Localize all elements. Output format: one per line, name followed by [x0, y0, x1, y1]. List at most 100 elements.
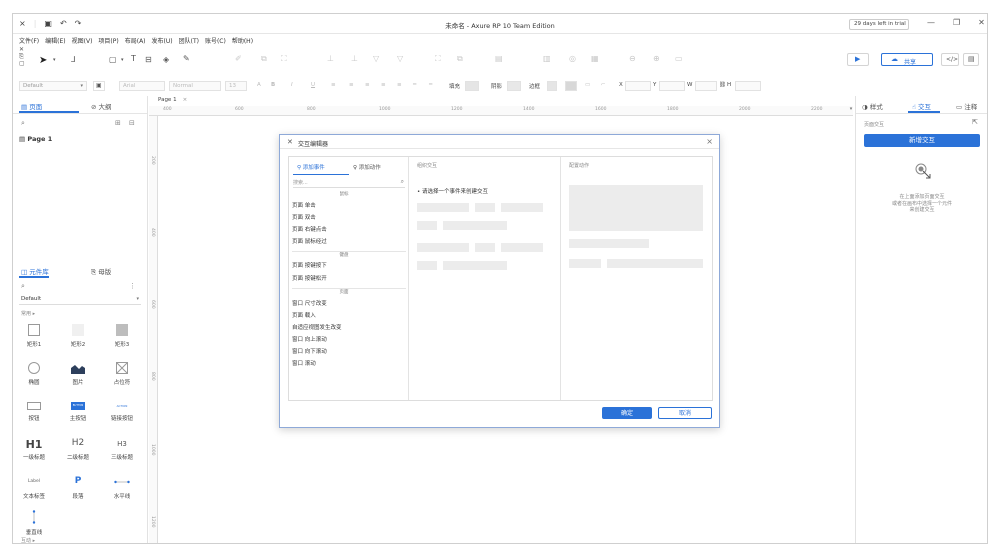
widget-primary-button[interactable]: BUTTON 主按钮 [57, 402, 99, 422]
menu-view[interactable]: 视图(V) [72, 36, 93, 45]
widget-rect2[interactable]: 矩形2 [57, 324, 99, 348]
fit-icon[interactable]: ▭ [675, 54, 683, 63]
chevron-down-icon[interactable]: ▾ [53, 57, 56, 63]
event-item[interactable]: 窗口 滚动 [292, 359, 316, 367]
lock-ratio-icon[interactable]: ⛓ [719, 82, 726, 88]
event-item[interactable]: 页面 单击 [292, 201, 316, 209]
new-interaction-button[interactable]: 新增交互 [864, 134, 980, 147]
event-item[interactable]: 页面 载入 [292, 311, 316, 319]
bold-icon[interactable]: B [271, 82, 275, 88]
maximize-icon[interactable]: ❐ [953, 18, 960, 27]
corner-icon[interactable]: ⌐ [601, 82, 606, 88]
y-input[interactable] [659, 81, 685, 91]
menu-team[interactable]: 团队(T) [179, 36, 199, 45]
pen-tool-icon[interactable]: ✎ [183, 54, 190, 63]
tab-outline[interactable]: ⊘ 大纲 [91, 101, 112, 111]
x-input[interactable] [625, 81, 651, 91]
event-item[interactable]: 窗口 尺寸改变 [292, 299, 327, 307]
tab-masters[interactable]: ⎘ 母版 [91, 266, 111, 277]
cancel-button[interactable]: 取消 [658, 407, 712, 419]
event-search-input[interactable]: 搜索... ⌕ [293, 178, 405, 188]
add-folder-icon[interactable]: ⊟ [129, 119, 135, 127]
close-icon[interactable]: × [706, 137, 713, 146]
widget-h1[interactable]: H1 一级标题 [13, 438, 55, 461]
widget-h3[interactable]: H3 三级标题 [101, 438, 143, 461]
chevron-down-icon[interactable]: ▾ [121, 57, 124, 63]
valign-bottom-icon[interactable]: ═ [429, 82, 432, 88]
font-color-icon[interactable]: A [257, 82, 261, 88]
code-button[interactable]: </> [941, 53, 959, 66]
distribute-icon[interactable]: ⊥ [351, 54, 358, 63]
page-tab[interactable]: Page 1 × [158, 97, 187, 103]
shape-tool-icon[interactable]: ◈ [163, 55, 169, 64]
widget-rect1[interactable]: 矩形1 [13, 324, 55, 348]
ok-button[interactable]: 确定 [602, 407, 652, 419]
event-item[interactable]: 窗口 向上滚动 [292, 335, 327, 343]
close-icon[interactable]: × [183, 97, 188, 103]
widget-placeholder[interactable]: 占位符 [101, 361, 143, 386]
chevron-down-icon[interactable]: ▾ [847, 106, 855, 116]
event-item[interactable]: 页面 按键按下 [292, 261, 327, 269]
add-page-icon[interactable]: ⊞ [115, 119, 121, 127]
event-item[interactable]: 页面 双击 [292, 213, 316, 221]
underline-icon[interactable]: U [311, 82, 315, 88]
menu-help[interactable]: 帮助(H) [232, 36, 253, 45]
widget-button[interactable]: 按钮 [13, 402, 55, 422]
style-manage-button[interactable]: ▣ [93, 81, 105, 91]
tab-notes[interactable]: ▭ 注释 [956, 101, 977, 111]
tab-add-action[interactable]: ♀ 添加动作 [353, 163, 381, 171]
tab-add-event[interactable]: ⚲ 添加事件 [297, 163, 325, 171]
search-icon[interactable]: ⌕ [21, 119, 25, 128]
group-icon[interactable]: ⛶ [435, 54, 441, 64]
clipboard-icons[interactable]: ✕ ⎘ ▢ [19, 46, 25, 67]
menu-file[interactable]: 文件(F) [19, 36, 39, 45]
border-style-icon[interactable]: ▭ [585, 82, 590, 88]
widget-rect3[interactable]: 矩形3 [101, 324, 143, 348]
menu-publish[interactable]: 发布(U) [152, 36, 173, 45]
external-link-icon[interactable]: ⇱ [972, 118, 978, 126]
connector-tool-icon[interactable]: ⅃ [71, 55, 75, 64]
valign-top-icon[interactable]: ═ [413, 82, 416, 88]
weight-select[interactable]: Normal [169, 81, 221, 91]
widget-vline[interactable]: 垂直线 [13, 510, 55, 536]
rectangle-tool-icon[interactable]: ▢ [109, 55, 117, 64]
frame-tool-icon[interactable]: ⊟ [145, 55, 152, 64]
minimize-icon[interactable]: — [927, 18, 935, 27]
align-right-icon[interactable]: ≡ [381, 82, 386, 88]
menu-account[interactable]: 账号(C) [205, 36, 226, 45]
close-icon[interactable]: ✕ [978, 18, 985, 27]
page-item[interactable]: ▤ Page 1 [19, 135, 52, 143]
crop-icon[interactable]: ⧉ [261, 54, 267, 64]
zoom-in-icon[interactable]: ⊕ [653, 54, 660, 63]
h-input[interactable] [735, 81, 761, 91]
ungroup-icon[interactable]: ⧉ [457, 54, 463, 64]
event-item[interactable]: 页面 鼠标经过 [292, 237, 327, 245]
text-tool-icon[interactable]: T [131, 54, 136, 63]
shadow-swatch[interactable] [507, 81, 521, 91]
widget-h2[interactable]: H2 二级标题 [57, 438, 99, 461]
font-select[interactable]: Arial [119, 81, 165, 91]
event-item[interactable]: 页面 按键松开 [292, 274, 327, 282]
tab-interaction[interactable]: ☝ 交互 [912, 101, 931, 111]
italic-icon[interactable]: I [291, 82, 293, 88]
strike-icon[interactable]: ≡ [331, 82, 336, 88]
event-item[interactable]: 自适应视图发生改变 [292, 323, 342, 331]
resize-icon[interactable]: ⛶ [281, 54, 287, 64]
event-item[interactable]: 页面 右键点击 [292, 225, 327, 233]
align-left-icon[interactable]: ≡ [349, 82, 354, 88]
widget-ellipse[interactable]: 椭圆 [13, 362, 55, 386]
tab-library[interactable]: ◫ 元件库 [21, 266, 49, 276]
widget-image[interactable]: 图片 [57, 362, 99, 386]
zoom-out-icon[interactable]: ⊖ [629, 54, 636, 63]
style-select[interactable]: Default ▾ [19, 81, 87, 91]
format-painter-icon[interactable]: ✐ [235, 54, 242, 63]
w-input[interactable] [695, 81, 717, 91]
align-icon[interactable]: ⊥ [327, 54, 334, 63]
border-color-swatch[interactable] [547, 81, 557, 91]
preview-button[interactable]: ▶ [847, 53, 869, 66]
menu-project[interactable]: 项目(P) [98, 36, 118, 45]
widget-paragraph[interactable]: P 段落 [57, 476, 99, 500]
tab-pages[interactable]: ▤ 页面 [21, 101, 42, 111]
lock-icon[interactable]: ◎ [569, 54, 576, 63]
filter-icon[interactable]: ▽ [373, 54, 379, 63]
